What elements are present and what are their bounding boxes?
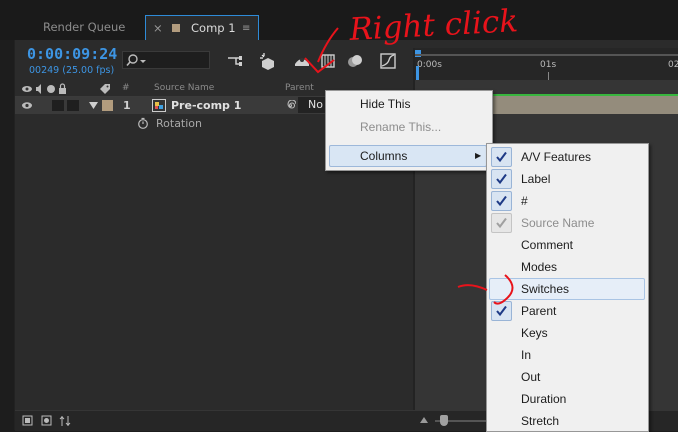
frame-blending-icon[interactable] bbox=[319, 52, 337, 70]
solo-switch[interactable] bbox=[52, 100, 64, 111]
layer-search-input[interactable] bbox=[122, 51, 210, 69]
lock-switch[interactable] bbox=[67, 100, 79, 111]
graph-editor-icon[interactable] bbox=[379, 52, 397, 70]
column-number[interactable]: # bbox=[122, 83, 130, 93]
menu-item-columns[interactable]: Columns bbox=[360, 149, 407, 163]
submenu-item-parent[interactable]: Parent bbox=[487, 300, 648, 322]
time-ruler[interactable]: 0:00s 01s 02 bbox=[415, 48, 678, 81]
ruler-label-1: 01s bbox=[540, 60, 557, 70]
shy-layers-icon[interactable] bbox=[293, 52, 311, 70]
submenu-item-in[interactable]: In bbox=[487, 344, 648, 366]
panel-toggle-icons[interactable] bbox=[22, 414, 74, 428]
layer-number: 1 bbox=[123, 99, 131, 112]
current-time-display[interactable]: 0:00:09:24 bbox=[27, 45, 117, 63]
parent-dropdown-value: No bbox=[308, 98, 323, 111]
check-icon bbox=[491, 213, 512, 233]
frame-count-fps: 00249 (25.00 fps) bbox=[29, 65, 115, 76]
submenu-label: Modes bbox=[521, 260, 558, 274]
submenu-item-label[interactable]: Label bbox=[487, 168, 648, 190]
draft-3d-icon[interactable] bbox=[259, 52, 277, 70]
column-source-name[interactable]: Source Name bbox=[154, 83, 214, 93]
submenu-label: Source Name bbox=[521, 216, 595, 230]
layer-context-menu: Hide This Rename This... Columns ▶ bbox=[325, 90, 493, 171]
tab-render-queue-label: Render Queue bbox=[43, 20, 126, 34]
menu-item-rename-this: Rename This... bbox=[360, 120, 442, 134]
video-visibility-eye-icon[interactable] bbox=[21, 100, 33, 111]
columns-submenu: A/V Features Label # Source Name Comment… bbox=[486, 143, 649, 432]
ruler-tick bbox=[548, 72, 549, 80]
submenu-item-source-name: Source Name bbox=[487, 212, 648, 234]
check-icon bbox=[491, 191, 512, 211]
submenu-item-number[interactable]: # bbox=[487, 190, 648, 212]
submenu-item-duration[interactable]: Duration bbox=[487, 388, 648, 410]
submenu-item-modes[interactable]: Modes bbox=[487, 256, 648, 278]
check-icon bbox=[491, 301, 512, 321]
menu-item-highlight bbox=[329, 145, 487, 167]
submenu-label: Keys bbox=[521, 326, 548, 340]
current-time-indicator[interactable] bbox=[416, 66, 419, 80]
submenu-item-av-features[interactable]: A/V Features bbox=[487, 146, 648, 168]
submenu-label: Out bbox=[521, 370, 541, 384]
submenu-item-stretch[interactable]: Stretch bbox=[487, 410, 648, 432]
label-tag-icon bbox=[100, 84, 110, 94]
submenu-label: Switches bbox=[521, 282, 570, 296]
check-icon bbox=[491, 169, 512, 189]
submenu-item-out[interactable]: Out bbox=[487, 366, 648, 388]
motion-blur-icon[interactable] bbox=[346, 52, 364, 70]
zoom-out-icon[interactable] bbox=[419, 416, 429, 424]
tab-render-queue[interactable]: Render Queue bbox=[18, 15, 146, 40]
layer-source-name[interactable]: Pre-comp 1 bbox=[171, 99, 241, 112]
layer-label-color[interactable] bbox=[102, 100, 113, 111]
tab-comp-1[interactable]: × Comp 1 ≡ bbox=[145, 15, 259, 40]
submenu-arrow-icon: ▶ bbox=[475, 151, 482, 160]
submenu-label: Duration bbox=[521, 392, 567, 406]
submenu-label: Stretch bbox=[521, 414, 560, 428]
work-area-bar[interactable] bbox=[415, 54, 678, 56]
submenu-label: In bbox=[521, 348, 532, 362]
stopwatch-icon[interactable] bbox=[137, 117, 149, 129]
tab-close-icon[interactable]: × bbox=[153, 16, 163, 41]
composition-mini-flowchart-icon[interactable] bbox=[226, 52, 244, 70]
comp-label-color-swatch bbox=[172, 24, 180, 32]
submenu-item-switches[interactable]: Switches bbox=[487, 278, 648, 300]
submenu-label: Label bbox=[521, 172, 551, 186]
submenu-label: A/V Features bbox=[521, 150, 592, 164]
av-features-header-icons bbox=[22, 83, 66, 94]
submenu-label: # bbox=[521, 194, 528, 208]
ruler-label-0: 0:00s bbox=[417, 60, 442, 70]
tab-comp-1-label: Comp 1 bbox=[191, 21, 236, 35]
expand-triangle-icon[interactable] bbox=[89, 101, 98, 110]
zoom-slider-handle[interactable] bbox=[440, 415, 448, 426]
property-name: Rotation bbox=[156, 117, 203, 130]
menu-item-hide-this[interactable]: Hide This bbox=[360, 97, 410, 111]
submenu-item-comment[interactable]: Comment bbox=[487, 234, 648, 256]
check-icon bbox=[491, 147, 512, 167]
submenu-label: Parent bbox=[521, 304, 557, 318]
panel-menu-icon[interactable]: ≡ bbox=[242, 16, 250, 41]
column-parent[interactable]: Parent bbox=[285, 83, 314, 93]
submenu-item-keys[interactable]: Keys bbox=[487, 322, 648, 344]
ruler-label-2: 02 bbox=[668, 60, 678, 70]
search-icon bbox=[126, 54, 146, 67]
precomp-icon bbox=[152, 99, 166, 112]
submenu-label: Comment bbox=[521, 238, 574, 252]
parent-pick-whip-icon[interactable] bbox=[285, 100, 296, 111]
